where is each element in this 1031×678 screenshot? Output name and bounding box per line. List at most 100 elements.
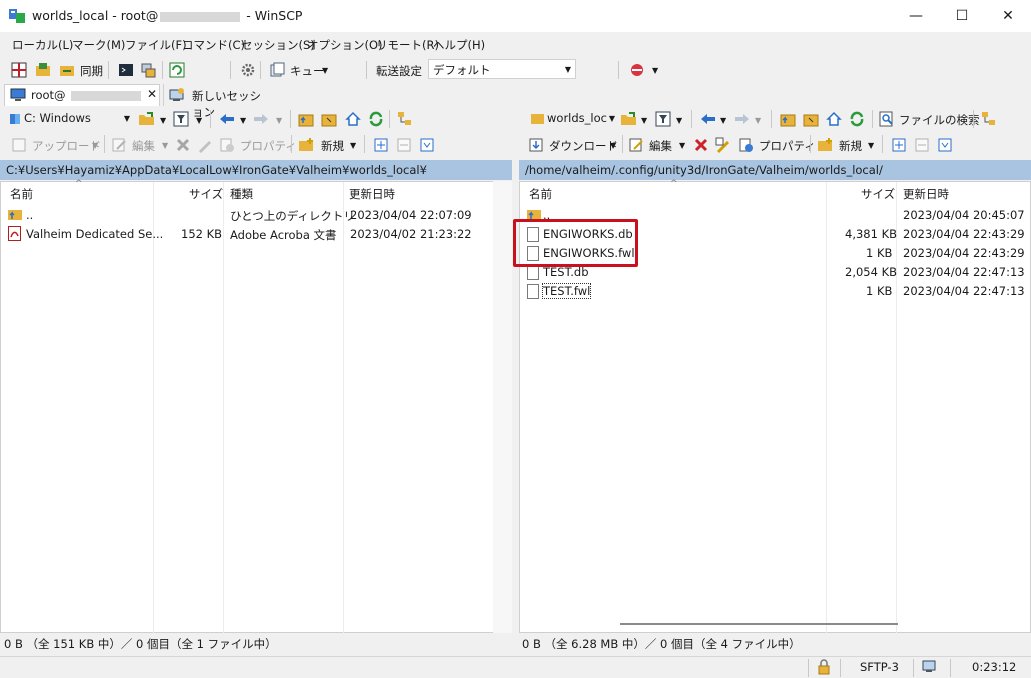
tree-icon[interactable] xyxy=(980,110,998,128)
menu-options[interactable]: オプション(O) xyxy=(307,37,383,53)
right-folder-select[interactable]: worlds_loc ▼ xyxy=(527,109,617,129)
disconnect-icon[interactable] xyxy=(628,61,646,79)
back-icon[interactable] xyxy=(699,110,717,128)
col-size[interactable]: サイズ xyxy=(189,182,223,202)
close-button[interactable]: ✕ xyxy=(985,0,1031,32)
left-scrollbar[interactable] xyxy=(493,181,512,633)
rename-icon[interactable] xyxy=(714,136,732,154)
horizontal-scrollbar[interactable] xyxy=(620,623,898,625)
list-item[interactable]: Valheim Dedicated Se... 152 KB Adobe Acr… xyxy=(1,225,493,244)
home-icon[interactable] xyxy=(344,110,362,128)
menu-session[interactable]: セッション(S) xyxy=(241,37,315,53)
transfer-settings-select[interactable]: デフォルト ▼ xyxy=(428,59,576,79)
refresh-icon[interactable] xyxy=(848,110,866,128)
compare-folders-icon[interactable] xyxy=(34,61,52,79)
filter-dropdown-icon[interactable]: ▼ xyxy=(196,116,202,125)
properties-button[interactable]: プロパティ xyxy=(759,138,816,154)
queue-icon[interactable] xyxy=(268,61,286,79)
open-folder-icon[interactable] xyxy=(138,110,156,128)
menu-mark[interactable]: マーク(M) xyxy=(72,37,125,53)
close-tab-icon[interactable]: ✕ xyxy=(147,87,157,101)
sync-label[interactable]: 同期 xyxy=(80,63,103,79)
edit-dropdown-icon[interactable]: ▼ xyxy=(679,141,685,150)
filter-icon[interactable] xyxy=(654,110,672,128)
menu-local[interactable]: ローカル(L) xyxy=(12,37,73,53)
maximize-button[interactable]: ☐ xyxy=(939,0,985,32)
edit-icon[interactable] xyxy=(627,136,645,154)
rename-icon[interactable] xyxy=(196,136,214,154)
left-drive-select[interactable]: C: Windows ▼ xyxy=(6,109,134,129)
invert-selection-icon[interactable] xyxy=(936,136,954,154)
properties-icon[interactable] xyxy=(218,136,236,154)
menu-file[interactable]: ファイル(F) xyxy=(125,37,187,53)
edit-button[interactable]: 編集 xyxy=(132,138,155,154)
list-item[interactable]: TEST.fwl 1 KB 2023/04/04 22:47:13 xyxy=(520,282,1030,301)
forward-icon[interactable] xyxy=(252,110,270,128)
root-dir-icon[interactable] xyxy=(802,110,820,128)
refresh-panel-icon[interactable] xyxy=(168,61,186,79)
new-button[interactable]: 新規 xyxy=(321,138,344,154)
putty-icon[interactable] xyxy=(139,61,157,79)
col-type[interactable]: 種類 xyxy=(230,182,253,202)
col-modified[interactable]: 更新日時 xyxy=(903,182,949,202)
open-folder-dropdown-icon[interactable]: ▼ xyxy=(160,116,166,125)
sync-icon[interactable] xyxy=(58,61,76,79)
new-button[interactable]: 新規 xyxy=(839,138,862,154)
new-dropdown-icon[interactable]: ▼ xyxy=(868,141,874,150)
left-file-list[interactable]: ^ 名前 サイズ 種類 更新日時 .. ひとつ上のディレクトリ 2023/04/… xyxy=(0,179,512,634)
open-folder-dropdown-icon[interactable]: ▼ xyxy=(641,116,647,125)
forward-icon[interactable] xyxy=(733,110,751,128)
col-name[interactable]: 名前 xyxy=(10,182,33,202)
list-item[interactable]: .. ひとつ上のディレクトリ 2023/04/04 22:07:09 xyxy=(1,206,493,225)
col-size[interactable]: サイズ xyxy=(861,182,895,202)
filter-dropdown-icon[interactable]: ▼ xyxy=(676,116,682,125)
col-name[interactable]: 名前 xyxy=(529,182,552,202)
queue-label[interactable]: キュー xyxy=(290,63,325,79)
minimize-button[interactable]: — xyxy=(893,0,939,32)
download-dropdown-icon[interactable]: ▼ xyxy=(610,141,616,150)
tab-new-session[interactable]: 新しいセッション xyxy=(163,84,270,119)
invert-selection-icon[interactable] xyxy=(418,136,436,154)
add-window-icon[interactable] xyxy=(10,61,28,79)
upload-dropdown-icon[interactable]: ▼ xyxy=(92,141,98,150)
select-all-icon[interactable] xyxy=(890,136,908,154)
unselect-all-icon[interactable] xyxy=(395,136,413,154)
back-dropdown-icon[interactable]: ▼ xyxy=(720,116,726,125)
menu-help[interactable]: ヘルプ(H) xyxy=(433,37,485,53)
select-all-icon[interactable] xyxy=(372,136,390,154)
tab-session[interactable]: root@ ✕ xyxy=(4,84,160,106)
parent-dir-icon[interactable] xyxy=(779,110,797,128)
back-dropdown-icon[interactable]: ▼ xyxy=(240,116,246,125)
back-icon[interactable] xyxy=(218,110,236,128)
unselect-all-icon[interactable] xyxy=(913,136,931,154)
edit-button[interactable]: 編集 xyxy=(649,138,672,154)
menu-remote[interactable]: リモート(R) xyxy=(376,37,439,53)
upload-button[interactable]: アップロード xyxy=(32,138,101,154)
parent-dir-icon[interactable] xyxy=(297,110,315,128)
forward-dropdown-icon[interactable]: ▼ xyxy=(755,116,761,125)
delete-icon[interactable] xyxy=(174,136,192,154)
edit-icon[interactable] xyxy=(110,136,128,154)
root-dir-icon[interactable] xyxy=(320,110,338,128)
properties-icon[interactable] xyxy=(737,136,755,154)
open-folder-icon[interactable] xyxy=(620,110,638,128)
refresh-icon[interactable] xyxy=(367,110,385,128)
queue-dropdown-icon[interactable]: ▼ xyxy=(322,66,328,75)
menu-command[interactable]: コマンド(C) xyxy=(182,37,245,53)
right-path-bar[interactable]: /home/valheim/.config/unity3d/IronGate/V… xyxy=(519,160,1031,180)
properties-button[interactable]: プロパティ xyxy=(240,138,297,154)
col-modified[interactable]: 更新日時 xyxy=(349,182,395,202)
new-dropdown-icon[interactable]: ▼ xyxy=(350,141,356,150)
download-button[interactable]: ダウンロード xyxy=(549,138,618,154)
new-folder-icon[interactable] xyxy=(816,136,834,154)
download-icon[interactable] xyxy=(527,136,545,154)
forward-dropdown-icon[interactable]: ▼ xyxy=(276,116,282,125)
left-path-bar[interactable]: C:¥Users¥Hayamiz¥AppData¥LocalLow¥IronGa… xyxy=(0,160,512,180)
upload-icon[interactable] xyxy=(10,136,28,154)
filter-icon[interactable] xyxy=(172,110,190,128)
new-folder-icon[interactable] xyxy=(297,136,315,154)
delete-icon[interactable] xyxy=(692,136,710,154)
edit-dropdown-icon[interactable]: ▼ xyxy=(162,141,168,150)
find-files-button[interactable]: ファイルの検索 xyxy=(899,112,980,128)
home-icon[interactable] xyxy=(825,110,843,128)
